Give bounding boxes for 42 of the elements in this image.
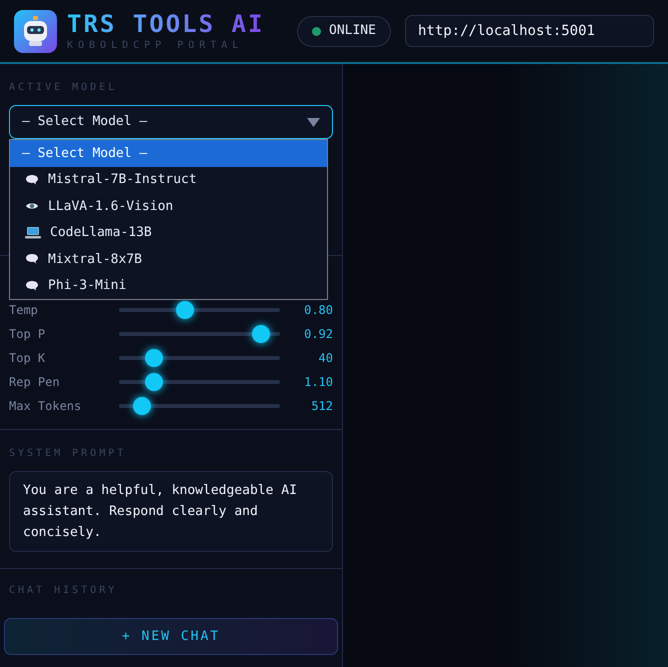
laptop-icon (25, 226, 41, 240)
parameter-label: Rep Pen (9, 374, 61, 391)
parameter-label: Temp (9, 302, 39, 319)
url-field[interactable]: http://localhost:5001 (404, 15, 654, 47)
parameter-value: 40 (318, 350, 333, 367)
section-label: ACTIVE MODEL (9, 81, 118, 95)
model-select[interactable]: – Select Model – (9, 105, 333, 139)
status-label: ONLINE (329, 22, 376, 40)
parameter-slider[interactable] (119, 301, 280, 319)
section-label: CHAT HISTORY (8, 584, 118, 598)
parameter-value: 512 (310, 398, 333, 415)
slider-thumb[interactable] (145, 349, 164, 367)
parameter-label: Top K (9, 350, 46, 367)
parameter-slider[interactable] (119, 373, 280, 391)
slider-thumb[interactable] (252, 325, 270, 343)
parameter-value: 0.92 (303, 326, 333, 343)
speech-bubble-icon (25, 253, 39, 266)
model-option[interactable]: LLaVA-1.6-Vision (10, 193, 327, 220)
parameter-label: Top P (9, 326, 46, 343)
caret-icon (307, 118, 320, 126)
app-subtitle: KOBOLDCPP PORTAL (67, 38, 244, 52)
parameter-value: 0.80 (303, 302, 333, 319)
model-option[interactable]: – Select Model – (10, 140, 327, 166)
robot-logo-icon (14, 10, 57, 52)
system-prompt-field[interactable]: You are a helpful, knowledgeable AI assistant. Respond clearly and concisely. (9, 471, 333, 552)
parameter-label: Max Tokens (9, 398, 82, 415)
new-chat-button[interactable]: + NEW CHAT (4, 618, 338, 655)
model-option[interactable]: Mistral-7B-Instruct (10, 166, 327, 193)
parameter-slider[interactable] (119, 397, 280, 415)
section-label: SYSTEM PROMPT (9, 447, 128, 461)
eye-icon (25, 201, 39, 212)
model-option[interactable]: Mixtral-8x7B (10, 246, 327, 272)
speech-bubble-icon (25, 174, 39, 186)
speech-bubble-icon (25, 280, 39, 292)
parameter-slider[interactable] (119, 349, 280, 367)
parameter-slider[interactable] (119, 325, 280, 343)
model-option[interactable]: CodeLlama-13B (10, 220, 327, 246)
model-option[interactable]: Phi-3-Mini (10, 272, 327, 299)
slider-thumb[interactable] (176, 301, 194, 319)
slider-thumb[interactable] (145, 373, 164, 391)
parameter-value: 1.10 (303, 374, 333, 391)
slider-thumb[interactable] (132, 397, 151, 415)
